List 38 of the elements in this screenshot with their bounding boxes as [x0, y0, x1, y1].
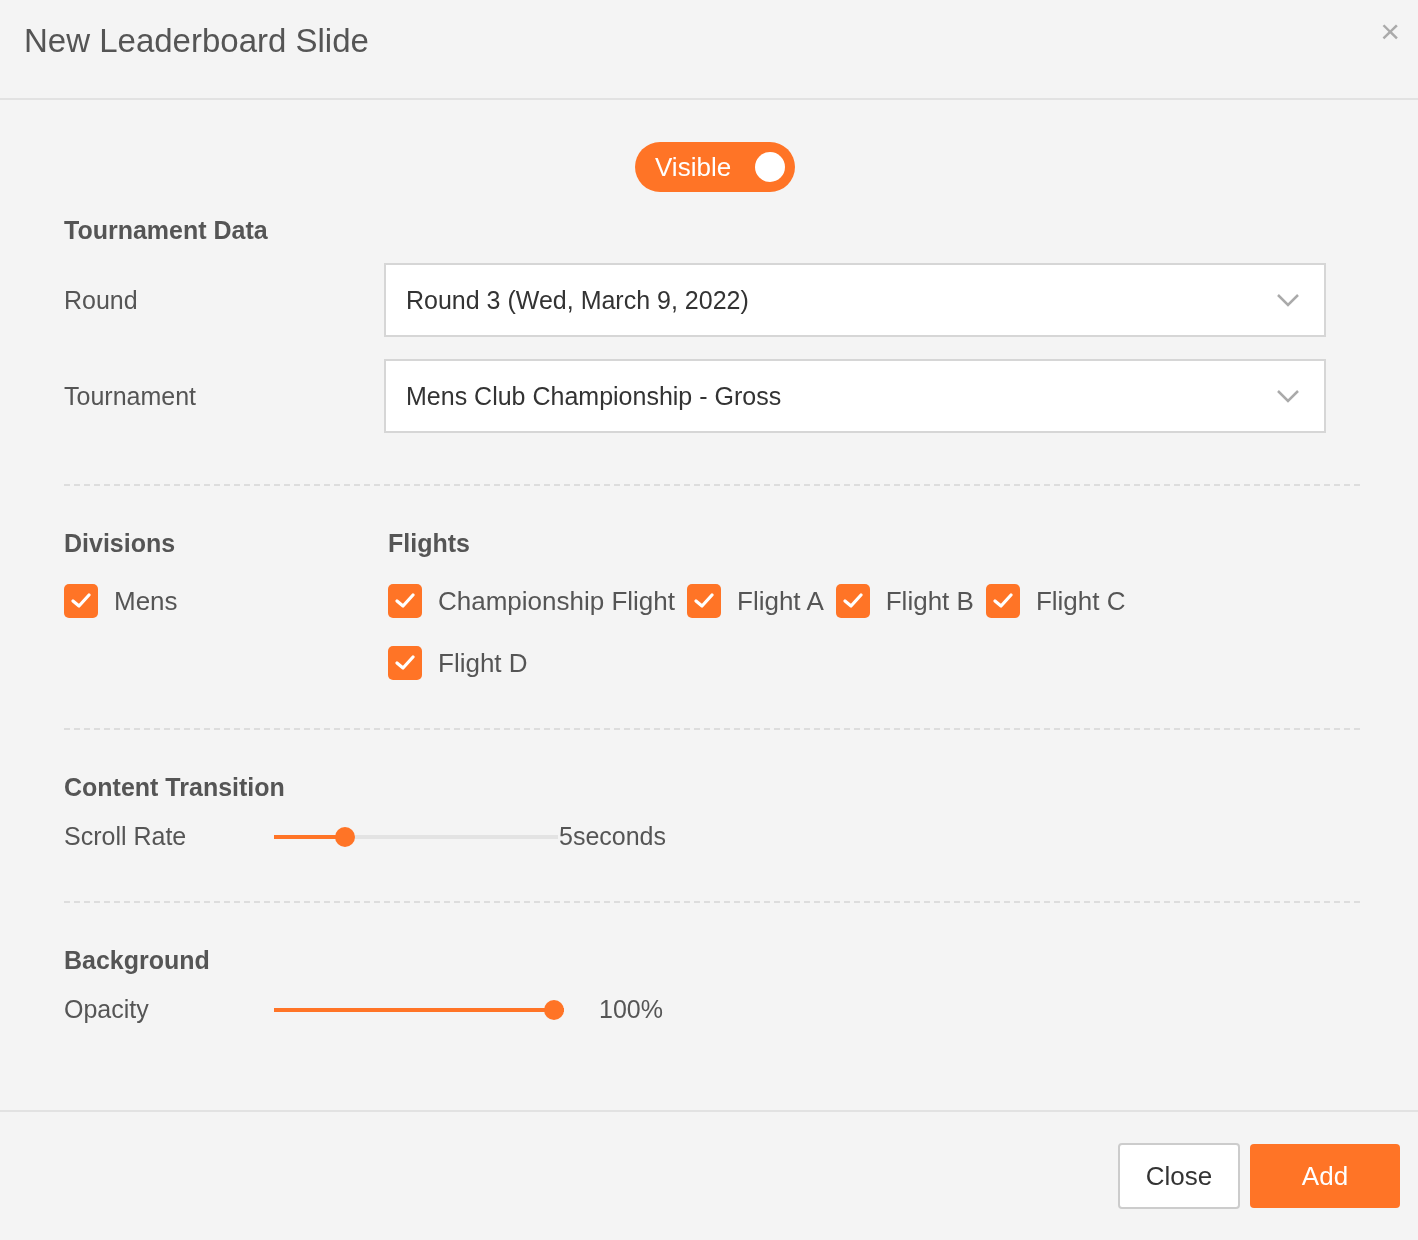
checkbox[interactable] — [985, 584, 1020, 618]
checkmark-icon — [395, 593, 415, 609]
slider-label: Scroll Rate — [64, 822, 188, 851]
checkmark-icon — [694, 593, 714, 609]
checkbox-label: Flight C — [1035, 585, 1126, 617]
checkbox-label: Championship Flight — [438, 585, 675, 617]
slider-reading: 5seconds — [559, 822, 667, 851]
checkbox[interactable] — [388, 646, 422, 680]
dialog-title: New Leaderboard Slide — [24, 22, 369, 60]
dropdown-select[interactable]: Round 3 (Wed, March 9, 2022) — [384, 263, 1326, 337]
checkmark-icon — [842, 593, 863, 609]
checkbox[interactable] — [388, 584, 422, 618]
section-heading: Content Transition — [64, 773, 286, 802]
slider-reading: 100% — [599, 995, 663, 1024]
slider-thumb[interactable] — [334, 826, 355, 847]
slider-label: Opacity — [64, 995, 150, 1024]
slider-thumb[interactable] — [544, 999, 564, 1020]
checkbox[interactable] — [64, 584, 98, 618]
field-label: Round — [64, 285, 139, 315]
checkbox-label: Flight D — [438, 647, 528, 679]
section-heading: Flights — [388, 529, 471, 558]
checkmark-icon — [395, 655, 415, 671]
chevron-down-icon — [1276, 389, 1300, 403]
checkbox-label: Flight A — [737, 585, 824, 617]
chevron-down-icon — [1276, 293, 1300, 307]
dropdown-select[interactable]: Mens Club Championship - Gross — [384, 359, 1326, 433]
secondary-button[interactable]: Close — [1118, 1143, 1240, 1209]
checkbox[interactable] — [835, 584, 870, 618]
checkmark-icon — [992, 593, 1013, 609]
field-label: Tournament — [64, 381, 198, 411]
checkbox-label: Mens — [114, 585, 178, 617]
checkbox[interactable] — [687, 584, 721, 618]
section-heading: Divisions — [64, 529, 177, 558]
checkmark-icon — [71, 593, 91, 609]
section-heading: Background — [64, 946, 211, 975]
toggle-knob — [755, 152, 785, 182]
checkbox-label: Flight B — [885, 585, 974, 617]
section-heading: Tournament Data — [64, 216, 269, 245]
